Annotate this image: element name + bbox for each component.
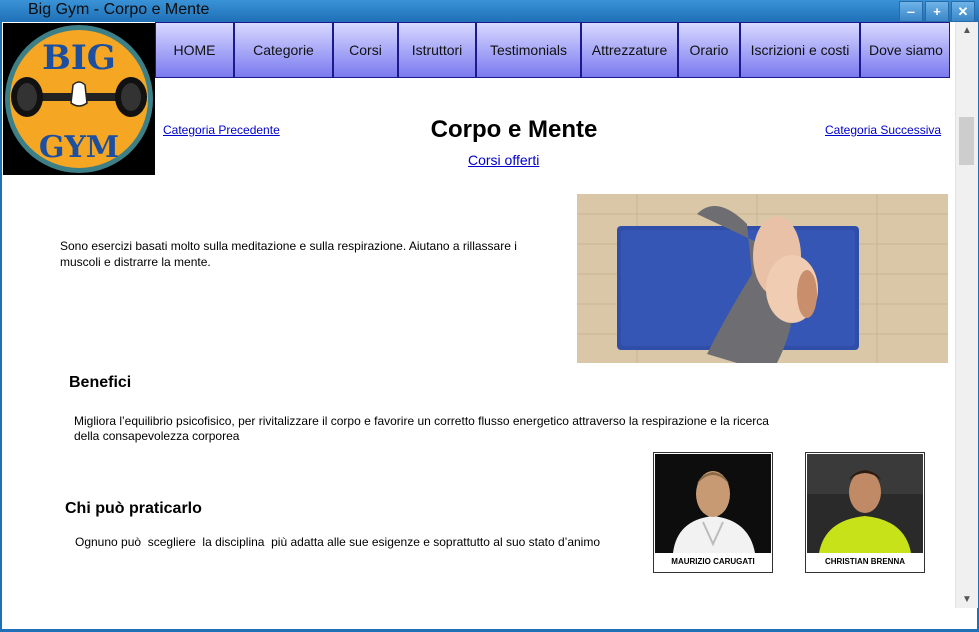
- trainer-name: MAURIZIO CARUGATI: [671, 557, 755, 566]
- nav-testimonials[interactable]: Testimonials: [476, 22, 581, 78]
- benefits-heading: Benefici: [69, 374, 132, 391]
- trainer-photo: [655, 454, 771, 553]
- scroll-down-arrow-icon[interactable]: ▼: [956, 591, 978, 608]
- trainer-card[interactable]: MAURIZIO CARUGATI: [653, 452, 773, 573]
- nav-categorie[interactable]: Categorie: [234, 22, 333, 78]
- nav-orario[interactable]: Orario: [678, 22, 740, 78]
- minimize-button[interactable]: ‒: [899, 1, 923, 22]
- main-navigation: HOME Categorie Corsi Istruttori Testimon…: [155, 22, 954, 78]
- trainer-name: CHRISTIAN BRENNA: [825, 557, 905, 566]
- window-titlebar[interactable]: Big Gym - Corpo e Mente ‒ + ✕: [0, 0, 979, 22]
- previous-category-link[interactable]: Categoria Precedente: [163, 123, 280, 137]
- scroll-thumb[interactable]: [959, 117, 974, 165]
- trainer-photo: [807, 454, 923, 553]
- nav-home[interactable]: HOME: [155, 22, 234, 78]
- page-title: Corpo e Mente: [430, 116, 598, 143]
- nav-iscrizioni-e-costi[interactable]: Iscrizioni e costi: [740, 22, 860, 78]
- big-gym-logo[interactable]: BIG GYM: [3, 23, 155, 175]
- courses-offered-link[interactable]: Corsi offerti: [468, 152, 539, 168]
- maximize-button[interactable]: +: [925, 1, 949, 22]
- next-category-link[interactable]: Categoria Successiva: [825, 123, 941, 137]
- vertical-scrollbar[interactable]: ▲ ▼: [955, 22, 978, 608]
- scroll-up-arrow-icon[interactable]: ▲: [956, 22, 978, 39]
- window-title: Big Gym - Corpo e Mente: [28, 1, 210, 18]
- logo-text-top: BIG: [42, 38, 116, 78]
- logo-graphic: BIG GYM: [5, 25, 153, 173]
- trainer-card[interactable]: CHRISTIAN BRENNA: [805, 452, 925, 573]
- benefits-text: Migliora l’equilibrio psicofisico, per r…: [74, 414, 769, 443]
- yoga-hero-image: [577, 194, 948, 363]
- nav-istruttori[interactable]: Istruttori: [398, 22, 476, 78]
- intro-text: Sono esercizi basati molto sulla meditaz…: [60, 239, 517, 269]
- who-can-practice-text: Ognuno può scegliere la disciplina più a…: [75, 535, 600, 549]
- window-frame-left: [0, 22, 2, 632]
- nav-attrezzature[interactable]: Attrezzature: [581, 22, 678, 78]
- logo-text-bottom: GYM: [39, 130, 119, 165]
- who-can-practice-heading: Chi può praticarlo: [65, 500, 202, 517]
- close-button[interactable]: ✕: [951, 1, 975, 22]
- nav-corsi[interactable]: Corsi: [333, 22, 398, 78]
- nav-dove-siamo[interactable]: Dove siamo: [860, 22, 950, 78]
- window-controls: ‒ + ✕: [899, 1, 975, 22]
